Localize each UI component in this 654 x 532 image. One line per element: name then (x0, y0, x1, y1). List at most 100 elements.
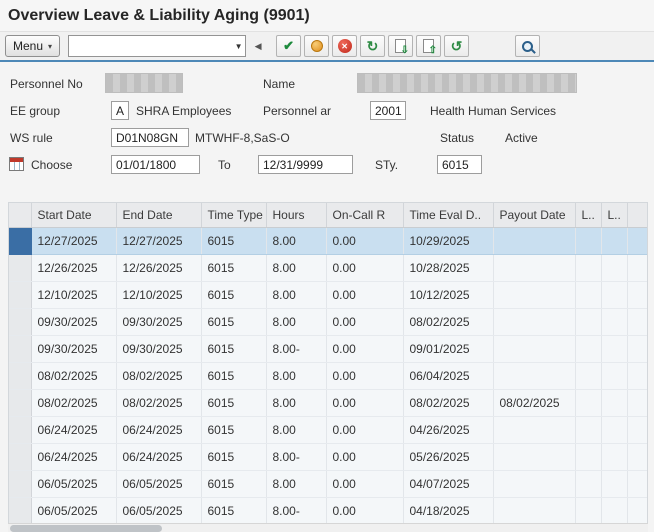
table-cell[interactable]: 6015 (201, 497, 266, 524)
table-cell[interactable]: 04/07/2025 (403, 470, 493, 497)
table-row[interactable]: 09/30/202509/30/202560158.000.0008/02/20… (9, 308, 647, 335)
header-payout-date[interactable]: Payout Date (493, 203, 575, 227)
table-cell[interactable] (601, 281, 627, 308)
table-cell[interactable]: 8.00- (266, 443, 326, 470)
header-time-eval[interactable]: Time Eval D.. (403, 203, 493, 227)
table-cell[interactable]: 8.00 (266, 227, 326, 254)
menu-button[interactable]: Menu ▾ (5, 35, 60, 57)
date-to-field[interactable]: 12/31/9999 (258, 155, 353, 174)
table-cell[interactable] (575, 497, 601, 524)
table-cell[interactable]: 0.00 (326, 416, 403, 443)
table-cell[interactable]: 06/24/2025 (31, 443, 116, 470)
table-cell[interactable]: 0.00 (326, 470, 403, 497)
table-cell[interactable] (601, 416, 627, 443)
row-selector[interactable] (9, 497, 31, 524)
table-cell[interactable]: 0.00 (326, 443, 403, 470)
table-cell[interactable]: 08/02/2025 (116, 389, 201, 416)
table-cell[interactable] (575, 281, 601, 308)
table-cell[interactable] (601, 308, 627, 335)
table-row[interactable]: 06/24/202506/24/202560158.000.0004/26/20… (9, 416, 647, 443)
table-cell[interactable] (575, 470, 601, 497)
name-field[interactable] (357, 73, 577, 93)
table-cell[interactable]: 0.00 (326, 335, 403, 362)
table-cell[interactable] (601, 335, 627, 362)
row-selector[interactable] (9, 281, 31, 308)
table-cell[interactable] (575, 254, 601, 281)
header-hours[interactable]: Hours (266, 203, 326, 227)
table-cell[interactable]: 8.00 (266, 308, 326, 335)
table-cell[interactable] (601, 497, 627, 524)
table-cell[interactable]: 10/28/2025 (403, 254, 493, 281)
table-cell[interactable]: 12/27/2025 (31, 227, 116, 254)
table-row[interactable]: 06/24/202506/24/202560158.00-0.0005/26/2… (9, 443, 647, 470)
table-cell[interactable] (575, 443, 601, 470)
table-cell[interactable]: 06/05/2025 (31, 470, 116, 497)
table-cell[interactable]: 6015 (201, 308, 266, 335)
table-cell[interactable] (601, 362, 627, 389)
combobox-dropdown-icon[interactable]: ▼ (232, 42, 245, 51)
table-cell[interactable]: 12/27/2025 (116, 227, 201, 254)
table-cell[interactable] (575, 389, 601, 416)
row-selector[interactable] (9, 335, 31, 362)
hold-icon[interactable] (304, 35, 329, 57)
header-l1[interactable]: L.. (575, 203, 601, 227)
table-cell[interactable]: 08/02/2025 (31, 362, 116, 389)
export-icon[interactable]: ⇧ (416, 35, 441, 57)
table-cell[interactable]: 04/18/2025 (403, 497, 493, 524)
table-cell[interactable]: 6015 (201, 362, 266, 389)
command-input[interactable] (69, 36, 232, 56)
table-row[interactable]: 12/27/202512/27/202560158.000.0010/29/20… (9, 227, 647, 254)
table-cell[interactable]: 08/02/2025 (403, 389, 493, 416)
table-cell[interactable] (601, 227, 627, 254)
sty-field[interactable]: 6015 (437, 155, 482, 174)
table-row[interactable]: 12/26/202512/26/202560158.000.0010/28/20… (9, 254, 647, 281)
table-cell[interactable]: 06/24/2025 (116, 443, 201, 470)
personnel-area-field[interactable]: 2001 (370, 101, 406, 120)
table-cell[interactable]: 6015 (201, 335, 266, 362)
command-combobox[interactable]: ▼ (68, 35, 246, 57)
table-cell[interactable] (493, 416, 575, 443)
table-cell[interactable]: 6015 (201, 254, 266, 281)
table-cell[interactable]: 0.00 (326, 389, 403, 416)
table-cell[interactable]: 0.00 (326, 362, 403, 389)
import-icon[interactable]: ⇩ (388, 35, 413, 57)
row-selector[interactable] (9, 362, 31, 389)
table-cell[interactable]: 06/05/2025 (116, 497, 201, 524)
table-cell[interactable] (493, 362, 575, 389)
table-cell[interactable] (493, 497, 575, 524)
table-cell[interactable]: 06/05/2025 (31, 497, 116, 524)
row-selector[interactable] (9, 254, 31, 281)
table-row[interactable]: 08/02/202508/02/202560158.000.0006/04/20… (9, 362, 647, 389)
continue-icon[interactable]: ✔ (276, 35, 301, 57)
table-cell[interactable] (493, 443, 575, 470)
table-cell[interactable] (493, 470, 575, 497)
table-cell[interactable] (601, 470, 627, 497)
table-cell[interactable]: 8.00- (266, 335, 326, 362)
row-selector[interactable] (9, 470, 31, 497)
table-cell[interactable]: 09/30/2025 (31, 335, 116, 362)
row-selector[interactable] (9, 308, 31, 335)
table-row[interactable]: 12/10/202512/10/202560158.000.0010/12/20… (9, 281, 647, 308)
table-cell[interactable] (493, 308, 575, 335)
table-cell[interactable]: 10/29/2025 (403, 227, 493, 254)
table-cell[interactable] (493, 254, 575, 281)
table-cell[interactable]: 12/26/2025 (31, 254, 116, 281)
table-row[interactable]: 06/05/202506/05/202560158.000.0004/07/20… (9, 470, 647, 497)
table-cell[interactable]: 08/02/2025 (403, 308, 493, 335)
cancel-icon[interactable]: ✕ (332, 35, 357, 57)
header-on-call[interactable]: On-Call R (326, 203, 403, 227)
table-cell[interactable]: 6015 (201, 416, 266, 443)
table-cell[interactable]: 05/26/2025 (403, 443, 493, 470)
ee-group-field[interactable]: A (111, 101, 129, 120)
table-cell[interactable]: 0.00 (326, 254, 403, 281)
table-cell[interactable]: 0.00 (326, 308, 403, 335)
table-cell[interactable]: 8.00 (266, 416, 326, 443)
table-cell[interactable]: 06/24/2025 (116, 416, 201, 443)
header-selector[interactable] (9, 203, 31, 227)
table-cell[interactable]: 6015 (201, 470, 266, 497)
table-row[interactable]: 08/02/202508/02/202560158.000.0008/02/20… (9, 389, 647, 416)
transfer-icon[interactable]: ↺ (444, 35, 469, 57)
table-cell[interactable]: 8.00 (266, 362, 326, 389)
table-cell[interactable]: 12/10/2025 (31, 281, 116, 308)
table-cell[interactable] (575, 362, 601, 389)
